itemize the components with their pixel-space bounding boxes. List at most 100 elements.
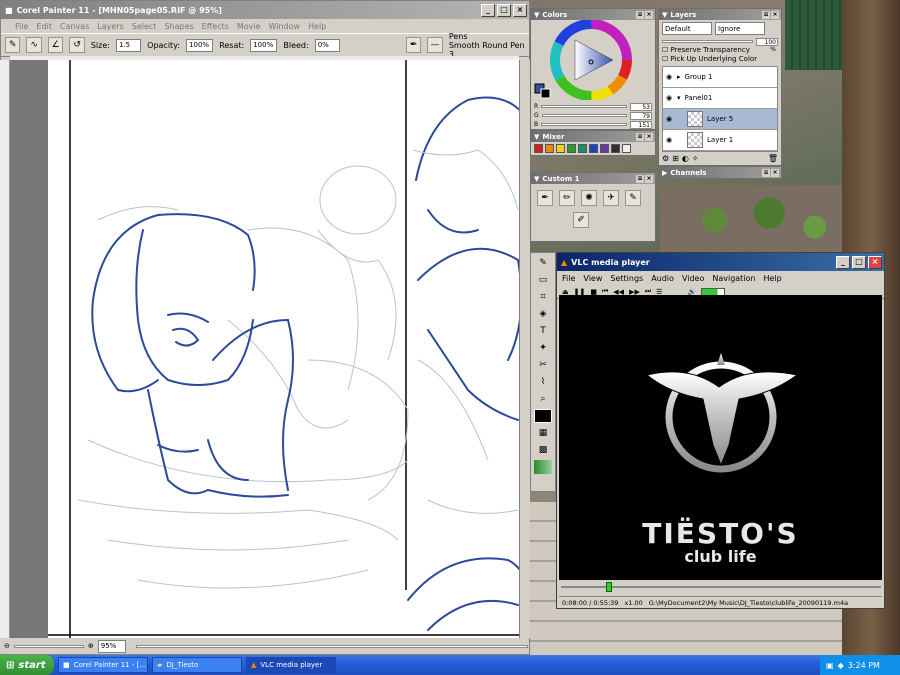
zoom-in-icon[interactable]: ⊕ — [88, 642, 94, 650]
paper-selector-icon[interactable]: ▦ — [534, 426, 552, 440]
panel-close-icon[interactable]: × — [645, 132, 653, 141]
panel-menu-icon[interactable]: ≡ — [636, 10, 644, 19]
mixer-swatch[interactable] — [556, 144, 565, 153]
layer-row-panel01[interactable]: ◉ ▾ Panel01 — [663, 88, 777, 109]
red-slider-row[interactable]: R 53 — [531, 102, 655, 111]
menu-window[interactable]: Window — [269, 22, 301, 31]
selection-tool-icon[interactable]: ▭ — [534, 273, 552, 287]
menu-help[interactable]: Help — [308, 22, 326, 31]
menu-select[interactable]: Select — [132, 22, 157, 31]
text-tool-icon[interactable]: T — [534, 324, 552, 338]
vlc-menu-file[interactable]: File — [562, 274, 575, 283]
custom-panel-header[interactable]: ▼ Custom 1 ≡ × — [531, 173, 655, 184]
vlc-menu-audio[interactable]: Audio — [651, 274, 674, 283]
vlc-speed[interactable]: x1.00 — [624, 599, 642, 607]
brush-name-block[interactable]: Pens Smooth Round Pen 3 — [449, 32, 529, 59]
panel-menu-icon[interactable]: ≡ — [762, 10, 770, 19]
layer-opacity-slider[interactable] — [662, 40, 753, 43]
dynamic-plugin-icon[interactable]: ✧ — [692, 154, 699, 163]
task-button-vlc[interactable]: ▲ VLC media player — [246, 657, 336, 673]
visibility-eye-icon[interactable]: ◉ — [665, 136, 673, 144]
zoom-slider[interactable] — [13, 644, 84, 648]
menu-effects[interactable]: Effects — [202, 22, 229, 31]
vlc-menu-settings[interactable]: Settings — [610, 274, 643, 283]
clock[interactable]: 3:24 PM — [848, 661, 880, 670]
cloner-tool-icon[interactable]: ✂ — [534, 358, 552, 372]
mixer-swatch[interactable] — [545, 144, 554, 153]
close-button[interactable]: × — [868, 255, 882, 269]
green-slider[interactable] — [541, 114, 627, 117]
crop-tool-icon[interactable]: ⌗ — [534, 290, 552, 304]
menu-shapes[interactable]: Shapes — [164, 22, 193, 31]
new-layer-icon[interactable]: ⊞ — [672, 154, 679, 163]
brush-selector-icon[interactable]: ✒ — [405, 37, 422, 53]
channels-panel-header[interactable]: ▶ Channels ≡ × — [659, 167, 781, 178]
magic-wand-icon[interactable]: ✦ — [534, 341, 552, 355]
panel-menu-icon[interactable]: ≡ — [636, 132, 644, 141]
layer-opacity-value[interactable]: 100 % — [756, 37, 778, 53]
vlc-video-area[interactable]: TIËSTO'S club life — [559, 295, 882, 580]
panel-menu-icon[interactable]: ≡ — [762, 168, 770, 177]
vlc-menu-help[interactable]: Help — [764, 274, 782, 283]
resat-field[interactable]: 100% — [250, 38, 278, 52]
vlc-menu-view[interactable]: View — [583, 274, 602, 283]
menu-canvas[interactable]: Canvas — [60, 22, 89, 31]
airbrush-icon[interactable]: ✈ — [603, 190, 619, 206]
layers-panel-header[interactable]: ▼ Layers ≡ × — [659, 9, 781, 20]
panel-collapse-icon[interactable]: ▼ — [534, 175, 539, 183]
brush-tool-icon[interactable]: ✎ — [5, 37, 21, 53]
bleed-field[interactable]: 0% — [314, 38, 340, 52]
composite-method-select[interactable]: Default — [662, 22, 712, 35]
start-button[interactable]: ⊞ start — [0, 655, 54, 675]
panel-expand-icon[interactable]: ▶ — [662, 169, 667, 177]
green-value[interactable]: 79 — [630, 111, 652, 120]
visibility-eye-icon[interactable]: ◉ — [665, 115, 673, 123]
layer-row-group-1[interactable]: ◉ ▸ Group 1 — [663, 67, 777, 88]
colors-panel-header[interactable]: ▼ Colors ≡ × — [531, 9, 655, 20]
green-slider-row[interactable]: G 79 — [531, 111, 655, 120]
preserve-transparency-checkbox[interactable]: ☐ Preserve Transparency — [662, 46, 781, 55]
layer-row-layer-5[interactable]: ◉ Layer 5 — [663, 109, 777, 130]
dab-preview-icon[interactable]: — — [427, 37, 443, 53]
marker-brush-icon[interactable]: ✐ — [573, 212, 589, 228]
seek-handle[interactable] — [606, 582, 612, 592]
paint-bucket-icon[interactable]: ◈ — [534, 307, 552, 321]
vlc-menu-video[interactable]: Video — [682, 274, 704, 283]
panel-collapse-icon[interactable]: ▼ — [534, 133, 539, 141]
red-value[interactable]: 53 — [630, 102, 652, 111]
panel-close-icon[interactable]: × — [771, 168, 779, 177]
stroke-type-line-icon[interactable]: ∠ — [47, 37, 64, 53]
panel-close-icon[interactable]: × — [771, 10, 779, 19]
main-color-swatch[interactable] — [534, 409, 552, 423]
opacity-field[interactable]: 100% — [186, 38, 214, 52]
zoom-out-icon[interactable]: ⊖ — [4, 642, 10, 650]
panel-collapse-icon[interactable]: ▼ — [662, 11, 667, 19]
layer-commands-icon[interactable]: ⚙ — [662, 154, 669, 163]
group-expand-icon[interactable]: ▸ — [677, 73, 681, 81]
menu-movie[interactable]: Movie — [237, 22, 261, 31]
brush-tool-icon[interactable]: ✎ — [534, 256, 552, 270]
dropper-tool-icon[interactable]: ⌇ — [534, 375, 552, 389]
minimize-button[interactable]: _ — [836, 255, 850, 269]
vlc-seekbar[interactable] — [561, 582, 881, 592]
eraser-brush-icon[interactable]: ✎ — [625, 190, 641, 206]
panel-menu-icon[interactable]: ≡ — [636, 174, 644, 183]
panel-close-icon[interactable]: × — [645, 10, 653, 19]
stroke-type-freehand-icon[interactable]: ∿ — [26, 37, 42, 53]
network-icon[interactable]: ▣ — [826, 661, 834, 670]
magnifier-icon[interactable]: ⌕ — [534, 392, 552, 406]
color-wheel-icon[interactable]: ✺ — [581, 190, 597, 206]
pencil-brush-icon[interactable]: ✏ — [559, 190, 575, 206]
blue-slider-row[interactable]: B 151 — [531, 120, 655, 129]
task-button-folder[interactable]: ▰ DJ_Tiesto — [152, 657, 242, 673]
security-icon[interactable]: ◆ — [838, 661, 844, 670]
close-button[interactable]: × — [513, 3, 527, 17]
mixer-swatch[interactable] — [589, 144, 598, 153]
maximize-button[interactable]: □ — [497, 3, 511, 17]
mixer-swatch[interactable] — [567, 144, 576, 153]
pick-up-underlying-checkbox[interactable]: ☐ Pick Up Underlying Color — [662, 55, 781, 64]
layer-row-layer-1[interactable]: ◉ Layer 1 — [663, 130, 777, 151]
minimize-button[interactable]: _ — [481, 3, 495, 17]
color-wheel[interactable] — [531, 19, 657, 101]
delete-layer-icon[interactable]: 🗑 — [768, 154, 778, 163]
